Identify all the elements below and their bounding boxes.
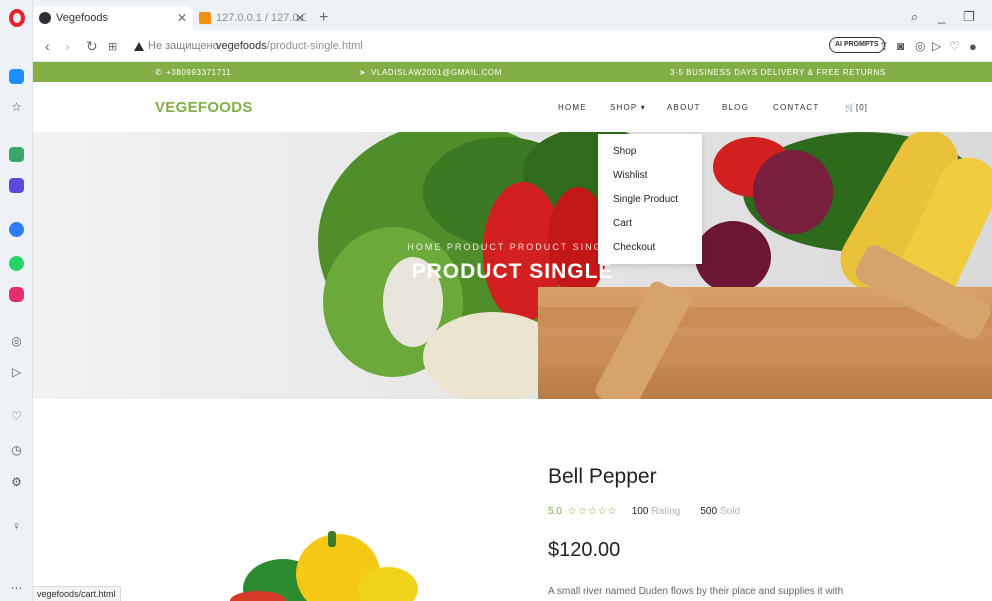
close-icon[interactable]: ✕ (177, 11, 187, 25)
shop-dropdown-menu: Shop Wishlist Single Product Cart Checko… (598, 134, 702, 264)
history-icon[interactable]: ◷ (9, 442, 24, 457)
url-host: vegefoods (216, 40, 267, 52)
web-page: ✆ +380993371711 ➤ VLADISLAW2001@GMAIL.CO… (33, 62, 992, 601)
phpmyadmin-icon (199, 12, 211, 24)
nav-shop-label: SHOP (610, 103, 638, 112)
paper-plane-icon: ➤ (359, 68, 367, 77)
dropdown-item-checkout[interactable]: Checkout (613, 242, 655, 253)
product-name: Bell Pepper (548, 465, 657, 488)
nav-shop[interactable]: SHOP ▾ (610, 103, 646, 112)
forward-icon[interactable]: › (65, 38, 70, 54)
back-icon[interactable]: ‹ (45, 38, 50, 54)
security-indicator[interactable]: Не защищено (134, 40, 219, 52)
phone-number[interactable]: +380993371711 (166, 68, 231, 77)
dropdown-item-cart[interactable]: Cart (613, 218, 632, 229)
more-icon[interactable]: ⋯ (9, 580, 24, 595)
dropdown-item-wishlist[interactable]: Wishlist (613, 170, 647, 181)
status-bar-url: vegefoods/cart.html (33, 586, 121, 601)
tips-icon[interactable]: ♀ (9, 518, 24, 533)
player-icon[interactable]: ◎ (9, 333, 24, 348)
product-section: Bell Pepper 5.0 ☆☆☆☆☆ 100 Rating 500 Sol… (33, 399, 992, 601)
send-page-icon[interactable]: ▷ (932, 39, 941, 53)
product-price: $120.00 (548, 539, 621, 561)
phone-icon: ✆ (155, 68, 163, 77)
rating-value: 5.0 (548, 506, 562, 517)
reload-icon[interactable]: ↻ (86, 38, 98, 55)
vpn-icon[interactable]: ◎ (915, 39, 925, 53)
opera-logo-icon[interactable] (9, 9, 25, 27)
workspace-icon[interactable] (9, 69, 24, 84)
delivery-text: 3-5 BUSINESS DAYS DELIVERY & FREE RETURN… (670, 68, 886, 77)
pinboard-icon[interactable]: ☆ (9, 99, 24, 114)
speed-dial-icon[interactable]: ⊞ (108, 40, 117, 53)
address-bar: ‹ › ↻ ⊞ Не защищено vegefoods/product-si… (33, 30, 992, 62)
close-icon[interactable]: ✕ (295, 11, 305, 25)
email-address[interactable]: VLADISLAW2001@GMAIL.COM (371, 68, 502, 77)
hero-title: PRODUCT SINGLE (411, 260, 614, 283)
send-icon[interactable]: ▷ (9, 364, 24, 379)
instagram-icon[interactable] (9, 287, 24, 302)
sold-count: 500 (700, 506, 718, 517)
messenger-icon[interactable] (9, 222, 24, 237)
minimize-icon[interactable]: _ (938, 9, 945, 24)
nav-about[interactable]: ABOUT (667, 103, 701, 112)
ai-prompts-button[interactable]: AI PROMPTS (829, 37, 885, 53)
profile-icon[interactable]: ● (969, 39, 977, 54)
heart-icon[interactable]: ♡ (9, 408, 24, 423)
rating-count: 100 (631, 506, 649, 517)
new-tab-button[interactable]: + (319, 9, 328, 27)
security-label: Не защищено (148, 40, 219, 52)
chatgpt-icon[interactable] (9, 147, 24, 162)
tab-title: Vegefoods (56, 12, 108, 24)
sold-label: Sold (720, 506, 741, 517)
opera-sidebar: ☆ ◎ ▷ ♡ ◷ ⚙ ♀ ⋯ (0, 0, 33, 601)
aria-icon[interactable] (9, 178, 24, 193)
whatsapp-icon[interactable] (9, 256, 24, 271)
hero-breadcrumb: HOME PRODUCT PRODUCT SINGLE (407, 242, 618, 252)
main-navbar: VEGEFOODS HOME SHOP ▾ ABOUT BLOG CONTACT… (33, 82, 992, 132)
star-rating-icons[interactable]: ☆☆☆☆☆ (568, 506, 618, 517)
tab-title: 127.0.0.1 / 127.0.0.1 / Vege (216, 12, 306, 24)
dropdown-item-single-product[interactable]: Single Product (613, 194, 678, 205)
tab-bar: Vegefoods ✕ 127.0.0.1 / 127.0.0.1 / Vege… (33, 0, 992, 30)
rating-row: 5.0 ☆☆☆☆☆ 100 Rating 500 Sold (548, 506, 760, 517)
snapshot-icon[interactable]: ◙ (897, 39, 904, 53)
brand-logo[interactable]: VEGEFOODS (155, 99, 253, 116)
cart-icon: 🛒 (845, 103, 856, 112)
snap-icon[interactable]: ❐ (963, 9, 975, 25)
bookmark-heart-icon[interactable]: ♡ (949, 39, 960, 53)
share-icon[interactable]: ⇪ (879, 39, 889, 53)
nav-blog[interactable]: BLOG (722, 103, 749, 112)
dropdown-item-shop[interactable]: Shop (613, 146, 636, 157)
url-path: /product-single.html (266, 40, 363, 52)
tab-vegefoods[interactable]: Vegefoods ✕ (33, 6, 193, 30)
warning-icon (134, 41, 144, 51)
contact-topbar: ✆ +380993371711 ➤ VLADISLAW2001@GMAIL.CO… (33, 62, 992, 82)
hero-banner: HOME PRODUCT PRODUCT SINGLE PRODUCT SING… (33, 132, 992, 399)
globe-icon (39, 12, 51, 24)
bell-pepper-image (230, 531, 418, 601)
nav-contact[interactable]: CONTACT (773, 103, 819, 112)
nav-cart[interactable]: 🛒[0] (845, 103, 868, 112)
caret-down-icon: ▾ (640, 103, 646, 112)
product-description: A small river named Duden flows by their… (548, 586, 844, 597)
tab-phpmyadmin[interactable]: 127.0.0.1 / 127.0.0.1 / Vege ✕ (193, 6, 311, 30)
url-field[interactable]: vegefoods/product-single.html (216, 40, 363, 52)
rating-label: Rating (651, 506, 681, 517)
search-tabs-icon[interactable]: ⌕ (911, 9, 918, 25)
settings-icon[interactable]: ⚙ (9, 474, 24, 489)
cart-count: [0] (855, 103, 868, 112)
nav-home[interactable]: HOME (558, 103, 587, 112)
